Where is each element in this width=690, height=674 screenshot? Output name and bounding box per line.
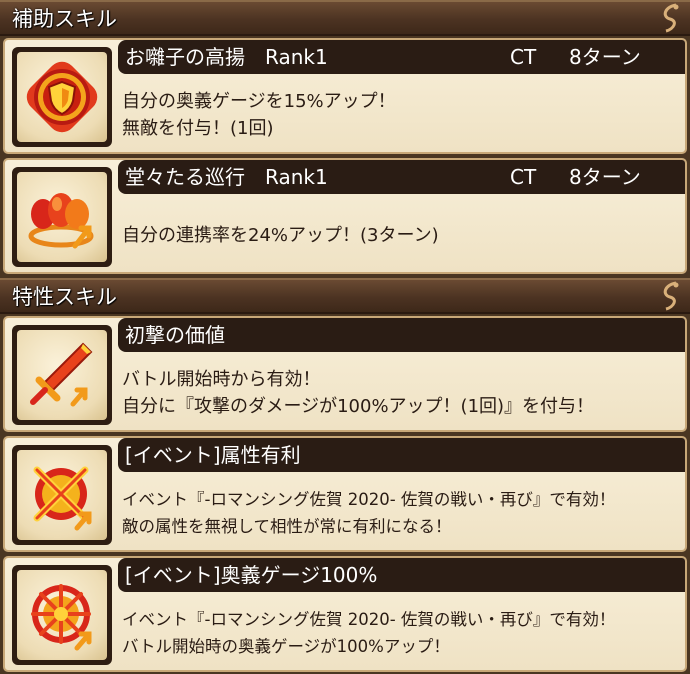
description-line: 自分に『攻撃のダメージが100%アップ！(1回)』を付与！ — [122, 396, 595, 417]
section-title-support: 補助スキル — [12, 7, 117, 31]
skill-detail-screen: 補助スキル お囃子の高揚 Rank1 CT 8ターン 自分の奥義ゲージを15%ア… — [0, 0, 690, 674]
support-skills-header: 補助スキル — [0, 0, 690, 36]
description-line: 無敵を付与！(1回) — [122, 118, 274, 139]
ct-label: CT — [510, 165, 537, 189]
skill-description: 自分の奥義ゲージを15%アップ！ 無敵を付与！(1回) — [122, 88, 681, 142]
trait-skills-header: 特性スキル — [0, 278, 690, 314]
skill-description: バトル開始時から有効！ 自分に『攻撃のダメージが100%アップ！(1回)』を付与… — [122, 366, 681, 420]
skill-description: 自分の連携率を24%アップ！(3ターン) — [122, 222, 681, 249]
skill-icon-frame — [12, 167, 112, 267]
skill-title-bar: 堂々たる巡行 Rank1 CT 8ターン — [118, 160, 685, 194]
skill-icon-frame — [12, 325, 112, 425]
element-advantage-icon — [33, 466, 92, 531]
skill-description: イベント『-ロマンシング佐賀 2020- 佐賀の戦い・再び』で有効！ 敵の属性を… — [122, 486, 681, 540]
skill-name: 堂々たる巡行 Rank1 — [125, 165, 328, 189]
description-line: 敵の属性を無視して相性が常に有利になる！ — [122, 517, 452, 536]
skill-name: [イベント]属性有利 — [125, 443, 301, 467]
trait-skill-card-2[interactable]: [イベント]属性有利 イベント『-ロマンシング佐賀 2020- 佐賀の戦い・再び… — [3, 436, 687, 552]
shield-buff-icon — [26, 61, 98, 133]
skill-name: [イベント]奥義ゲージ100% — [125, 563, 378, 587]
description-line: イベント『-ロマンシング佐賀 2020- 佐賀の戦い・再び』で有効！ — [122, 610, 616, 629]
description-line: 自分の連携率を24%アップ！(3ターン) — [122, 225, 439, 246]
ct-value: 8ターン — [569, 165, 641, 189]
trait-skill-card-1[interactable]: 初撃の価値 バトル開始時から有効！ 自分に『攻撃のダメージが100%アップ！(1… — [3, 316, 687, 432]
section-title-trait: 特性スキル — [12, 285, 117, 309]
special-gauge-icon — [31, 584, 92, 651]
skill-title-bar: お囃子の高揚 Rank1 CT 8ターン — [118, 40, 685, 74]
description-line: イベント『-ロマンシング佐賀 2020- 佐賀の戦い・再び』で有効！ — [122, 490, 616, 509]
ct-value: 8ターン — [569, 45, 641, 69]
skill-icon-frame — [12, 565, 112, 665]
ct-label: CT — [510, 45, 537, 69]
description-line: バトル開始時の奥義ゲージが100%アップ！ — [122, 637, 450, 656]
support-skill-card-1[interactable]: お囃子の高揚 Rank1 CT 8ターン 自分の奥義ゲージを15%アップ！ 無敵… — [3, 38, 687, 154]
skill-name: 初撃の価値 — [125, 323, 225, 347]
group-up-icon — [28, 193, 94, 249]
skill-icon-frame — [12, 47, 112, 147]
sword-up-icon — [30, 342, 93, 407]
support-skill-card-2[interactable]: 堂々たる巡行 Rank1 CT 8ターン 自分の連携率を24%アップ！(3ターン… — [3, 158, 687, 274]
description-line: 自分の奥義ゲージを15%アップ！ — [122, 91, 396, 112]
description-line: バトル開始時から有効！ — [122, 369, 321, 390]
skill-title-bar: 初撃の価値 — [118, 318, 685, 352]
scroll-ornament-icon — [663, 281, 679, 311]
skill-name: お囃子の高揚 Rank1 — [125, 45, 328, 69]
trait-skill-card-3[interactable]: [イベント]奥義ゲージ100% イベント『-ロマンシング佐賀 2020- 佐賀の… — [3, 556, 687, 672]
skill-title-bar: [イベント]属性有利 — [118, 438, 685, 472]
skill-title-bar: [イベント]奥義ゲージ100% — [118, 558, 685, 592]
skill-description: イベント『-ロマンシング佐賀 2020- 佐賀の戦い・再び』で有効！ バトル開始… — [122, 606, 681, 660]
skill-icon-frame — [12, 445, 112, 545]
scroll-ornament-icon — [663, 3, 679, 33]
